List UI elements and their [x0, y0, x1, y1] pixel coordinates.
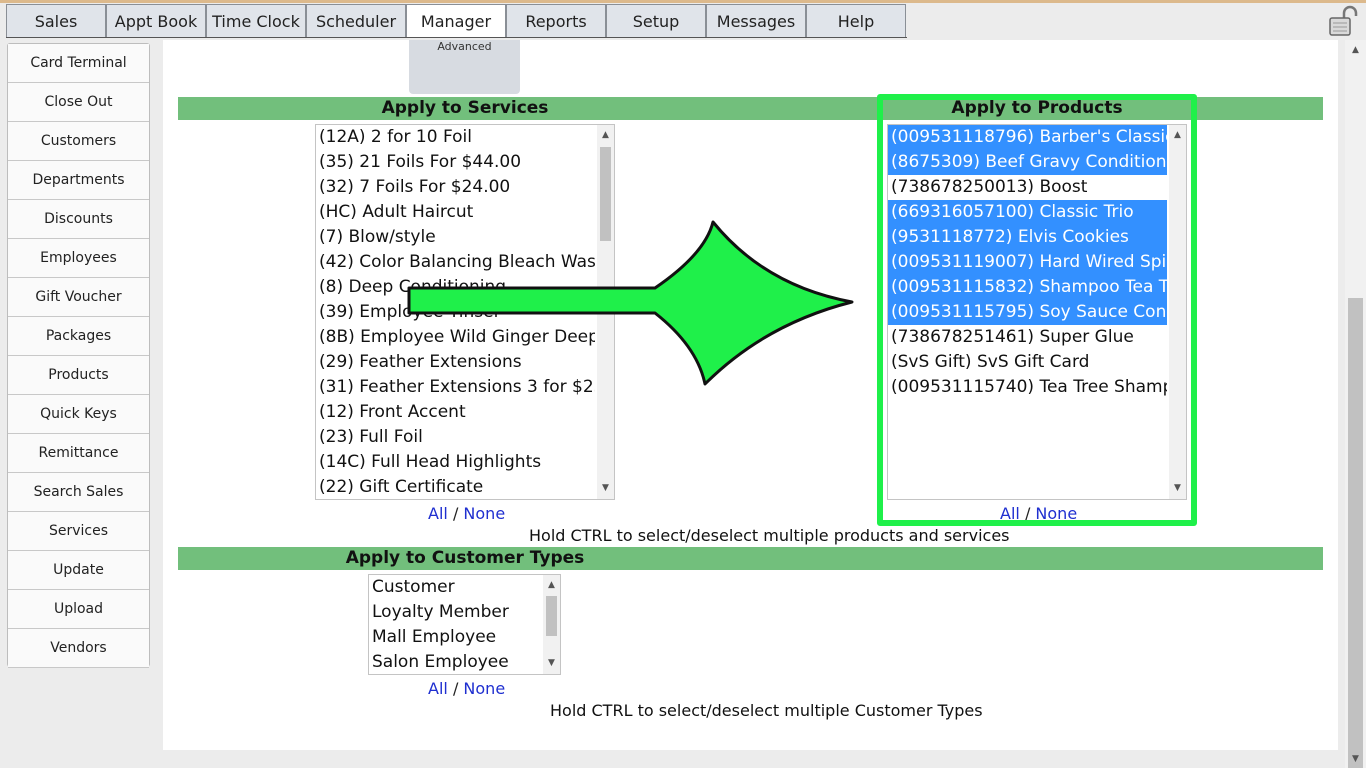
scroll-up-icon[interactable]: ▲ — [543, 577, 560, 594]
services-all-none: All / None — [428, 504, 505, 523]
tab-help[interactable]: Help — [806, 4, 906, 37]
sidebar-item-gift-voucher[interactable]: Gift Voucher — [8, 278, 149, 317]
sidebar-item-customers[interactable]: Customers — [8, 122, 149, 161]
tab-reports[interactable]: Reports — [506, 4, 606, 37]
scroll-down-icon[interactable]: ▼ — [543, 655, 560, 672]
top-accent-line — [0, 0, 1366, 3]
manager-sidebar: Card Terminal Close Out Customers Departmen… — [7, 43, 150, 668]
list-item[interactable]: Customer — [369, 575, 541, 600]
sidebar-item-card-terminal[interactable]: Card Terminal — [8, 44, 149, 83]
scroll-up-icon[interactable]: ▲ — [1345, 42, 1366, 59]
sidebar-item-update[interactable]: Update — [8, 551, 149, 590]
tab-setup[interactable]: Setup — [606, 4, 706, 37]
sidebar-item-search-sales[interactable]: Search Sales — [8, 473, 149, 512]
list-item[interactable]: (23) Full Foil — [316, 425, 595, 450]
sidebar-item-remittance[interactable]: Remittance — [8, 434, 149, 473]
customer-types-all-none: All / None — [428, 679, 505, 698]
services-title: Apply to Services — [381, 98, 549, 118]
sidebar-item-upload[interactable]: Upload — [8, 590, 149, 629]
list-item[interactable]: Salon Employee — [369, 650, 541, 674]
tab-messages[interactable]: Messages — [706, 4, 806, 37]
list-item[interactable]: Loyalty Member — [369, 600, 541, 625]
customer-types-none-link[interactable]: None — [463, 679, 505, 698]
sidebar-item-employees[interactable]: Employees — [8, 239, 149, 278]
customer-types-listbox[interactable]: Customer Loyalty Member Mall Employee Salon… — [368, 574, 561, 675]
list-item[interactable]: (32) 7 Foils For $24.00 — [316, 175, 595, 200]
main-nav-tabs: Sales Appt Book Time Clock Scheduler Manager… — [6, 4, 907, 38]
scroll-thumb[interactable] — [546, 596, 557, 636]
scroll-down-icon[interactable]: ▼ — [1345, 751, 1366, 768]
list-item[interactable]: Mall Employee — [369, 625, 541, 650]
tab-time-clock[interactable]: Time Clock — [206, 4, 306, 37]
customer-types-scrollbar[interactable]: ▲ ▼ — [543, 575, 560, 674]
tab-scheduler[interactable]: Scheduler — [306, 4, 406, 37]
scroll-down-icon[interactable]: ▼ — [597, 480, 614, 497]
products-hint: Hold CTRL to select/deselect multiple pr… — [529, 526, 1010, 545]
sidebar-item-vendors[interactable]: Vendors — [8, 629, 149, 668]
tab-appt-book[interactable]: Appt Book — [106, 4, 206, 37]
sidebar-item-services[interactable]: Services — [8, 512, 149, 551]
customer-types-hint: Hold CTRL to select/deselect multiple Cu… — [550, 701, 983, 720]
top-bar: Sales Appt Book Time Clock Scheduler Manager… — [0, 0, 1366, 40]
scroll-up-icon[interactable]: ▲ — [597, 127, 614, 144]
list-item[interactable]: (12) Front Accent — [316, 400, 595, 425]
services-all-link[interactable]: All — [428, 504, 448, 523]
services-link-separator: / — [452, 504, 459, 523]
customer-types-all-link[interactable]: All — [428, 679, 448, 698]
list-item[interactable]: (35) 21 Foils For $44.00 — [316, 150, 595, 175]
subtab-advanced-label: Advanced — [437, 40, 492, 53]
sidebar-item-departments[interactable]: Departments — [8, 161, 149, 200]
subtab-advanced[interactable]: Advanced — [409, 40, 520, 94]
tab-manager[interactable]: Manager — [406, 4, 506, 37]
padlock-icon[interactable] — [1327, 5, 1359, 37]
page-scrollbar[interactable]: ▲ ▼ — [1345, 40, 1366, 768]
highlight-frame — [877, 94, 1197, 526]
customer-types-title: Apply to Customer Types — [345, 548, 585, 568]
sidebar-item-close-out[interactable]: Close Out — [8, 83, 149, 122]
arrow-right-icon — [407, 220, 854, 386]
sidebar-item-quick-keys[interactable]: Quick Keys — [8, 395, 149, 434]
sidebar-item-packages[interactable]: Packages — [8, 317, 149, 356]
sidebar-item-discounts[interactable]: Discounts — [8, 200, 149, 239]
list-item[interactable]: (12A) 2 for 10 Foil — [316, 125, 595, 150]
tab-sales[interactable]: Sales — [6, 4, 106, 37]
list-item[interactable]: (22) Gift Certificate — [316, 475, 595, 499]
page-scroll-thumb[interactable] — [1348, 298, 1363, 768]
sidebar-item-products[interactable]: Products — [8, 356, 149, 395]
services-none-link[interactable]: None — [463, 504, 505, 523]
list-item[interactable]: (14C) Full Head Highlights — [316, 450, 595, 475]
customer-types-link-separator: / — [452, 679, 459, 698]
